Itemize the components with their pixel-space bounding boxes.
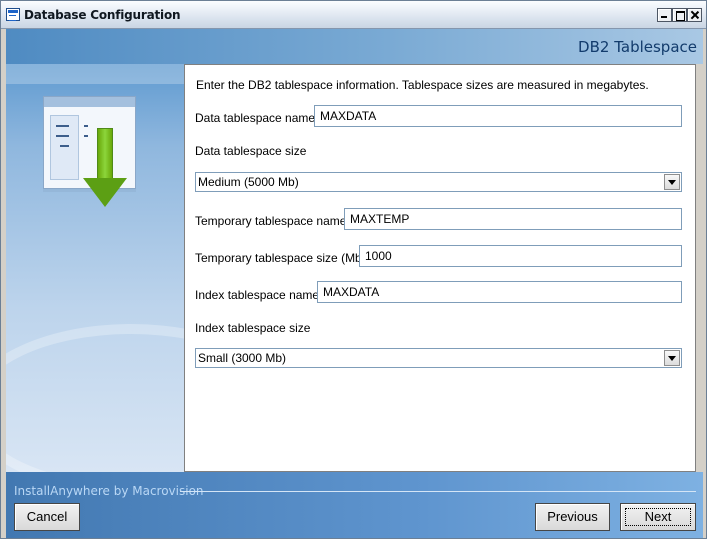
temporary-tablespace-name-input[interactable] — [344, 208, 682, 230]
temporary-tablespace-size-label: Temporary tablespace size (Mb) — [195, 251, 366, 265]
installanywhere-brand: InstallAnywhere by Macrovision — [14, 484, 204, 498]
db2-tablespace-title: DB2 Tablespace — [578, 38, 697, 56]
side-illustration-panel — [6, 64, 184, 472]
list-line — [56, 125, 69, 127]
dialog-window-illustration — [43, 96, 136, 189]
list-line — [60, 145, 69, 147]
temporary-tablespace-name-label: Temporary tablespace name — [195, 214, 347, 228]
chevron-down-icon[interactable] — [664, 174, 680, 190]
data-tablespace-size-dropdown[interactable]: Medium (5000 Mb) — [195, 172, 682, 192]
maximize-icon[interactable] — [672, 8, 687, 22]
illustration-titlebar — [44, 97, 135, 107]
index-tablespace-size-dropdown[interactable]: Small (3000 Mb) — [195, 348, 682, 368]
index-tablespace-size-value: Small (3000 Mb) — [198, 351, 287, 365]
index-tablespace-name-label: Index tablespace name — [195, 288, 320, 302]
index-tablespace-size-label: Index tablespace size — [195, 321, 311, 335]
close-icon[interactable] — [687, 8, 702, 22]
wizard-footer: InstallAnywhere by Macrovision Cancel Pr… — [6, 472, 703, 538]
title-bar[interactable]: Database Configuration — [1, 1, 706, 29]
data-tablespace-size-value: Medium (5000 Mb) — [198, 175, 299, 189]
data-tablespace-size-label: Data tablespace size — [195, 144, 307, 158]
cancel-button[interactable]: Cancel — [14, 503, 80, 531]
database-configuration-window: Database Configuration DB2 Tablespace En… — [0, 0, 707, 539]
previous-button[interactable]: Previous — [535, 503, 610, 531]
next-button[interactable]: Next — [620, 503, 696, 531]
temporary-tablespace-size-input[interactable] — [359, 245, 682, 267]
database-config-icon — [6, 8, 20, 21]
intro-text: Enter the DB2 tablespace information. Ta… — [196, 78, 649, 92]
download-arrow-head-icon — [83, 178, 127, 207]
panel-highlight — [6, 64, 184, 84]
chevron-down-icon[interactable] — [664, 350, 680, 366]
minimize-icon[interactable] — [657, 8, 672, 22]
tablespace-form-panel: Enter the DB2 tablespace information. Ta… — [184, 64, 696, 472]
list-line — [56, 135, 69, 137]
footer-divider — [180, 491, 696, 492]
window-title: Database Configuration — [24, 8, 181, 22]
list-dot — [84, 135, 88, 137]
download-arrow-icon — [97, 128, 113, 184]
list-dot — [84, 125, 88, 127]
decorative-curve — [6, 324, 184, 472]
index-tablespace-name-input[interactable] — [317, 281, 682, 303]
section-header: DB2 Tablespace — [6, 29, 703, 64]
data-tablespace-name-input[interactable] — [314, 105, 682, 127]
data-tablespace-name-label: Data tablespace name — [195, 111, 316, 125]
